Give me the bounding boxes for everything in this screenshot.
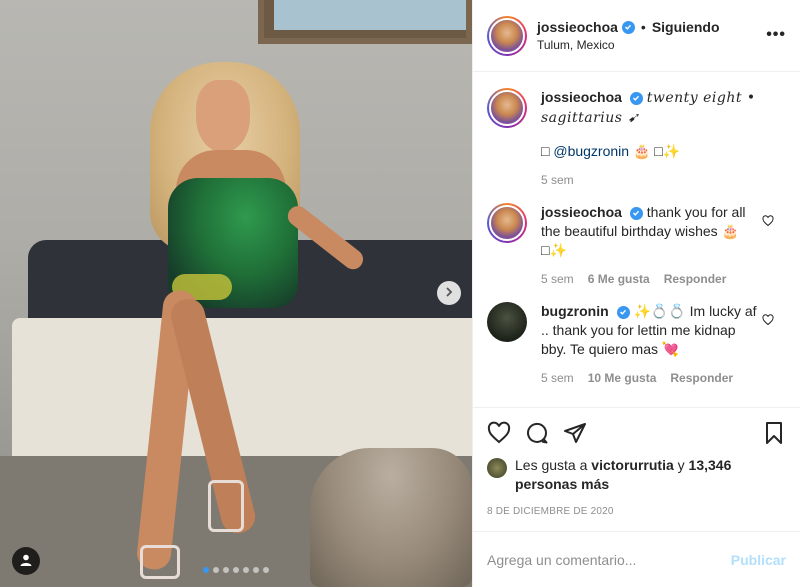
caption-avatar[interactable] <box>487 88 527 128</box>
comment-likes[interactable]: 10 Me gusta <box>588 371 657 385</box>
comment-avatar[interactable] <box>487 203 527 243</box>
comment-reply-button[interactable]: Responder <box>670 371 733 385</box>
carousel-dot <box>243 567 249 573</box>
verified-icon <box>616 305 630 319</box>
comment-username[interactable]: bugzronin <box>541 303 609 319</box>
caption-time[interactable]: 5 sem <box>541 173 574 187</box>
following-button[interactable]: Siguiendo <box>652 19 720 35</box>
author-username[interactable]: jossieochoa <box>537 19 618 35</box>
verified-icon <box>629 206 643 220</box>
caption-mention-link[interactable]: @bugzronin <box>553 143 629 159</box>
add-comment-bar: Publicar <box>473 531 800 587</box>
liker-avatar[interactable] <box>487 458 507 478</box>
chevron-right-icon <box>443 286 455 301</box>
heart-icon[interactable] <box>762 314 774 329</box>
post-date[interactable]: 8 DE DICIEMBRE DE 2020 <box>487 506 786 517</box>
carousel-indicator <box>0 567 472 573</box>
likes-summary: Les gusta a victorurrutia y 13,346 perso… <box>487 456 786 494</box>
heart-icon[interactable] <box>487 421 511 445</box>
verified-icon <box>621 20 635 34</box>
carousel-next-button[interactable] <box>437 281 461 305</box>
caption-emoji: 🎂 □✨ <box>632 143 681 159</box>
carousel-dot <box>203 567 209 573</box>
post-header: jossieochoa • Siguiendo Tulum, Mexico ••… <box>473 0 800 72</box>
caption: jossieochoa twenty eight • sagittarius ➹… <box>487 88 786 187</box>
likes-prefix: Les gusta a <box>515 457 588 473</box>
liker-username[interactable]: victorurrutia <box>591 457 673 473</box>
carousel-dot <box>233 567 239 573</box>
photo-figure-dress <box>168 178 298 308</box>
post-side-panel: jossieochoa • Siguiendo Tulum, Mexico ••… <box>472 0 800 587</box>
comment-reply-button[interactable]: Responder <box>664 272 727 286</box>
heart-icon[interactable] <box>762 215 774 230</box>
header-separator: • <box>640 19 646 35</box>
likes-connector: y <box>677 457 685 473</box>
carousel-dot <box>213 567 219 573</box>
comment-likes[interactable]: 6 Me gusta <box>588 272 650 286</box>
photo-window-frame <box>258 0 472 44</box>
photo-figure-shoe <box>140 545 180 579</box>
comments-list: jossieochoa twenty eight • sagittarius ➹… <box>473 72 800 407</box>
user-tags-button[interactable] <box>12 547 40 575</box>
carousel-dot <box>253 567 259 573</box>
post-location[interactable]: Tulum, Mexico <box>537 38 720 52</box>
comment-input[interactable] <box>487 551 731 568</box>
comment-icon[interactable] <box>525 421 549 445</box>
comment-time[interactable]: 5 sem <box>541 272 574 286</box>
photo-bench-base <box>12 318 472 456</box>
photo-figure-face <box>196 80 250 152</box>
comment-avatar[interactable] <box>487 302 527 342</box>
carousel-dot <box>263 567 269 573</box>
author-avatar[interactable] <box>487 15 527 56</box>
verified-icon <box>629 91 643 105</box>
more-icon[interactable]: ••• <box>766 26 786 44</box>
post-photo[interactable] <box>0 0 472 587</box>
comment-item: jossieochoa thank you for all the beauti… <box>487 203 786 286</box>
publish-button[interactable]: Publicar <box>731 552 786 568</box>
bookmark-icon[interactable] <box>762 421 786 445</box>
share-icon[interactable] <box>563 421 587 445</box>
instagram-post-view: jossieochoa • Siguiendo Tulum, Mexico ••… <box>0 0 800 587</box>
user-tag-icon <box>19 553 33 570</box>
comment-item: bugzronin ✨💍💍 Im lucky af .. thank you f… <box>487 302 786 385</box>
caption-username[interactable]: jossieochoa <box>541 89 622 105</box>
caption-glyph: □ <box>541 143 550 159</box>
post-actions: Les gusta a victorurrutia y 13,346 perso… <box>473 407 800 517</box>
photo-figure-shoe <box>208 480 244 532</box>
comment-username[interactable]: jossieochoa <box>541 204 622 220</box>
carousel-dot <box>223 567 229 573</box>
comment-time[interactable]: 5 sem <box>541 371 574 385</box>
